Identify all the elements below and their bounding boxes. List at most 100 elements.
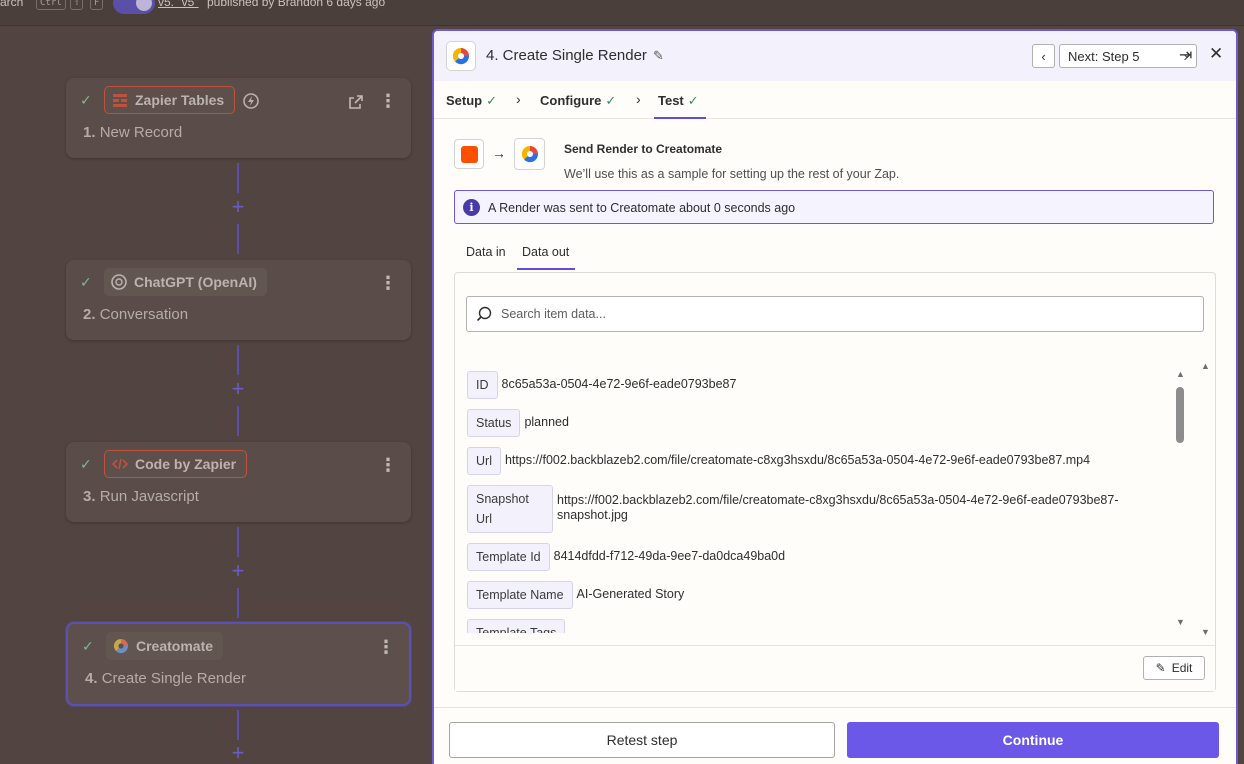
continue-button[interactable]: Continue [847,722,1219,758]
step-nav: ‹ Next: Step 5 › [1032,44,1197,68]
next-step-button[interactable]: Next: Step 5 › [1059,44,1197,68]
chevron-right-icon: › [516,91,521,107]
zapier-tables-icon [113,94,127,107]
step-card-3[interactable]: ✓ Code by Zapier ⋮ 3. Run Javascript [66,442,411,522]
connector-line [237,406,239,436]
connector-line [237,224,239,254]
arrow-right-icon: → [492,145,506,161]
chevron-right-icon: › [636,91,641,107]
zap-on-toggle[interactable] [113,0,155,14]
check-icon: ✓ [80,456,92,472]
send-title: Send Render to Creatomate [564,142,723,156]
panel-header: 4. Create Single Render ✎ ‹ Next: Step 5 … [434,31,1236,81]
version-link[interactable]: v5. "v5" [158,0,199,9]
connector-line [237,163,239,193]
data-row-snapshot-url[interactable]: Snapshot Url https://f002.backblazeb2.co… [467,485,1157,533]
step-tabs: Setup ✓ › Configure ✓ › Test ✓ [434,81,1236,119]
step-card-2[interactable]: ✓ ChatGPT (OpenAI) ⋮ 2. Conversation [66,260,411,340]
data-row-template-tags[interactable]: Template Tags [467,619,569,633]
data-box-footer: ✎ Edit [455,645,1215,691]
add-step-plus-icon[interactable]: + [228,378,248,400]
add-step-plus-icon[interactable]: + [228,560,248,582]
tab-setup[interactable]: Setup ✓ [446,93,497,109]
add-step-plus-icon[interactable]: + [228,196,248,218]
search-label[interactable]: arch [0,0,23,9]
scroll-up-icon[interactable]: ▲ [1201,361,1210,371]
connector-line [237,345,239,375]
edit-label: Edit [1171,661,1193,675]
kbd-f: F [90,0,104,10]
step-title: 1. New Record [83,124,182,141]
step-card-4[interactable]: ✓ Creatomate ⋮ 4. Create Single Render [66,622,411,706]
open-external-icon[interactable] [348,94,364,110]
scrollbar-thumb[interactable] [1176,387,1184,443]
row-key: Url [467,447,501,475]
panel-footer: Retest step Continue [434,707,1236,764]
step-name: Create Single Render [101,670,246,687]
tab-configure[interactable]: Configure ✓ [540,93,616,109]
tab-label: Setup [446,93,483,108]
panel-title[interactable]: 4. Create Single Render ✎ [486,47,664,64]
kebab-menu-icon[interactable]: ⋮ [379,456,397,474]
prev-step-button[interactable]: ‹ [1032,44,1055,68]
step-title: 2. Conversation [83,306,188,323]
check-icon: ✓ [687,93,699,108]
info-banner: i A Render was sent to Creatomate about … [454,190,1214,224]
kebab-menu-icon[interactable]: ⋮ [379,92,397,110]
connector-line [237,710,239,740]
app-chip-code-by-zapier: Code by Zapier [104,450,248,478]
data-row-status[interactable]: Status planned [467,409,569,437]
check-icon: ✓ [486,93,498,108]
search-icon [476,306,492,322]
creatomate-logo-icon [521,145,538,163]
tab-test[interactable]: Test ✓ [658,93,699,109]
openai-icon [111,274,127,290]
close-icon[interactable]: ✕ [1209,44,1223,64]
collapse-panel-icon[interactable]: ⇥ [1179,45,1192,65]
creatomate-logo-icon [446,41,476,71]
zapier-icon [454,139,484,169]
step-number: 4. [85,670,98,687]
send-subtitle: We’ll use this as a sample for setting u… [564,167,900,181]
search-field[interactable] [466,296,1204,332]
tab-data-out[interactable]: Data out [522,245,569,259]
rows-scrollbar[interactable]: ▲ ▼ [1173,369,1187,629]
info-icon: i [463,199,480,216]
scroll-down-icon[interactable]: ▼ [1201,627,1210,637]
creatomate-icon [514,138,545,170]
tab-data-in[interactable]: Data in [466,245,506,259]
add-step-plus-icon[interactable]: + [228,742,248,764]
data-row-id[interactable]: ID 8c65a53a-0504-4e72-9e6f-eade0793be87 [467,371,736,399]
step-card-1[interactable]: ✓ Zapier Tables ⋮ 1. New Record [66,78,411,158]
pencil-icon[interactable]: ✎ [653,48,664,64]
app-chip-creatomate: Creatomate [106,632,224,660]
kebab-menu-icon[interactable]: ⋮ [377,638,395,656]
row-key: Template Tags [467,619,566,633]
row-value: planned [524,415,569,429]
step-number: 1. [83,124,96,141]
app-chip-zapier-tables: Zapier Tables [104,86,236,114]
data-row-template-id[interactable]: Template Id 8414dfdd-f712-49da-9ee7-da0d… [467,543,785,571]
data-out-box: ID 8c65a53a-0504-4e72-9e6f-eade0793be87 … [454,272,1216,692]
step-name: Run Javascript [99,488,199,505]
row-key: Snapshot Url [467,485,553,533]
creatomate-icon [452,47,470,65]
app-name: Code by Zapier [135,456,237,472]
app-name: ChatGPT (OpenAI) [134,274,257,290]
data-row-url[interactable]: Url https://f002.backblazeb2.com/file/cr… [467,447,1090,475]
code-icon [111,458,129,470]
tab-label: Configure [540,93,602,108]
search-input[interactable] [501,297,1191,331]
pencil-icon: ✎ [1155,661,1166,675]
scroll-down-icon[interactable]: ▼ [1176,617,1185,627]
edit-button[interactable]: ✎ Edit [1143,656,1205,680]
row-value: 8414dfdd-f712-49da-9ee7-da0dca49ba0d [553,549,786,563]
retest-step-button[interactable]: Retest step [449,722,835,758]
top-bar: arch Ctrl ⇧ F v5. "v5" published by Bran… [0,0,1244,26]
kebab-menu-icon[interactable]: ⋮ [379,274,397,292]
kbd-ctrl: Ctrl [36,0,66,10]
data-row-template-name[interactable]: Template Name AI-Generated Story [467,581,684,609]
creatomate-icon [113,638,129,654]
scroll-up-icon[interactable]: ▲ [1176,369,1185,379]
row-key: Template Id [467,543,550,571]
